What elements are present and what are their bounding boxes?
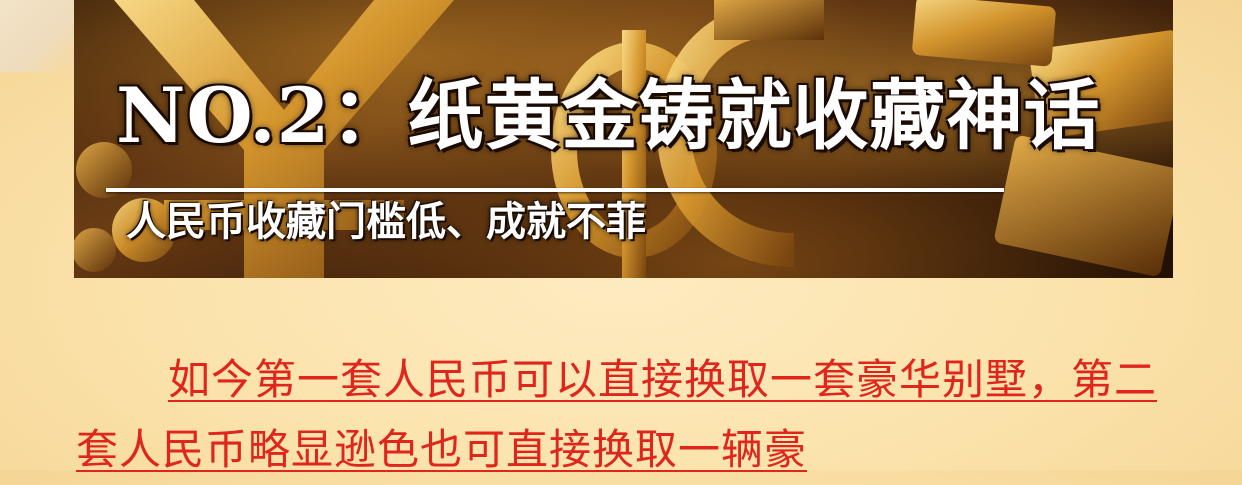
header-banner: NO.2：纸黄金铸就收藏神话 人民币收藏门槛低、成就不菲: [74, 0, 1173, 278]
banner-subtitle: 人民币收藏门槛低、成就不菲: [126, 199, 646, 245]
article-body: 如今第一套人民币可以直接换取一套豪华别墅，第二套人民币略显逊色也可直接换取一辆豪: [76, 345, 1176, 485]
article-paragraph: 如今第一套人民币可以直接换取一套豪华别墅，第二套人民币略显逊色也可直接换取一辆豪: [76, 355, 1158, 474]
corner-decoration: [0, 0, 74, 72]
banner-divider: [106, 188, 1004, 192]
banner-title: NO.2：纸黄金铸就收藏神话: [116, 71, 1101, 160]
